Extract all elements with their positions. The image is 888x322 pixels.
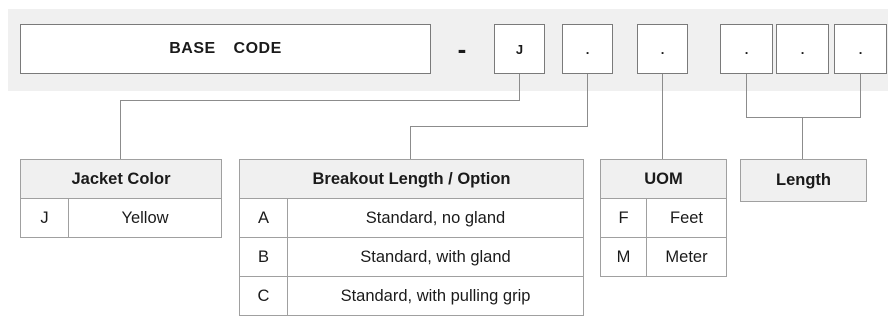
segment-length-3-value: . bbox=[858, 41, 863, 57]
uom-value: Feet bbox=[646, 198, 727, 238]
connector-jacket-vertical-top bbox=[519, 74, 520, 101]
segment-length-3: . bbox=[834, 24, 887, 74]
jacket-color-value: Yellow bbox=[68, 198, 222, 238]
segment-jacket-color: J bbox=[494, 24, 545, 74]
segment-length-2-value: . bbox=[800, 41, 805, 57]
breakout-code: B bbox=[239, 237, 288, 277]
breakout-length-table: Breakout Length / Option A Standard, no … bbox=[239, 159, 584, 316]
jacket-color-title: Jacket Color bbox=[20, 159, 222, 199]
segment-uom: . bbox=[637, 24, 688, 74]
segment-length-2: . bbox=[776, 24, 829, 74]
jacket-color-code: J bbox=[20, 198, 69, 238]
connector-jacket-horizontal bbox=[120, 100, 520, 101]
table-row: M Meter bbox=[600, 237, 727, 277]
connector-length-vertical bbox=[802, 117, 803, 159]
segment-breakout-value: . bbox=[585, 41, 590, 57]
breakout-code: A bbox=[239, 198, 288, 238]
segment-jacket-color-value: J bbox=[515, 41, 524, 57]
uom-table: UOM F Feet M Meter bbox=[600, 159, 727, 277]
connector-breakout-vertical-top bbox=[587, 74, 588, 127]
uom-code: M bbox=[600, 237, 647, 277]
connector-jacket-vertical-bottom bbox=[120, 100, 121, 159]
connector-breakout-vertical-bottom bbox=[410, 126, 411, 159]
code-separator: - bbox=[457, 33, 467, 64]
table-row: B Standard, with gland bbox=[239, 237, 584, 277]
table-row: F Feet bbox=[600, 198, 727, 238]
connector-length-left-vertical bbox=[746, 74, 747, 118]
segment-length-1: . bbox=[720, 24, 773, 74]
breakout-value: Standard, with pulling grip bbox=[287, 276, 584, 316]
base-code-box: BASE CODE bbox=[20, 24, 431, 74]
breakout-value: Standard, no gland bbox=[287, 198, 584, 238]
connector-breakout-horizontal bbox=[410, 126, 588, 127]
uom-title: UOM bbox=[600, 159, 727, 199]
breakout-length-title: Breakout Length / Option bbox=[239, 159, 584, 199]
length-table: Length bbox=[740, 159, 867, 202]
segment-breakout: . bbox=[562, 24, 613, 74]
segment-length-1-value: . bbox=[744, 41, 749, 57]
connector-length-right-vertical bbox=[860, 74, 861, 118]
breakout-value: Standard, with gland bbox=[287, 237, 584, 277]
connector-uom-vertical bbox=[662, 74, 663, 159]
segment-uom-value: . bbox=[660, 41, 665, 57]
length-title: Length bbox=[740, 159, 867, 202]
uom-value: Meter bbox=[646, 237, 727, 277]
uom-code: F bbox=[600, 198, 647, 238]
base-code-label: BASE CODE bbox=[169, 40, 282, 57]
table-row: A Standard, no gland bbox=[239, 198, 584, 238]
table-row: J Yellow bbox=[20, 198, 222, 238]
connector-length-horizontal bbox=[746, 117, 861, 118]
jacket-color-table: Jacket Color J Yellow bbox=[20, 159, 222, 238]
breakout-code: C bbox=[239, 276, 288, 316]
table-row: C Standard, with pulling grip bbox=[239, 276, 584, 316]
